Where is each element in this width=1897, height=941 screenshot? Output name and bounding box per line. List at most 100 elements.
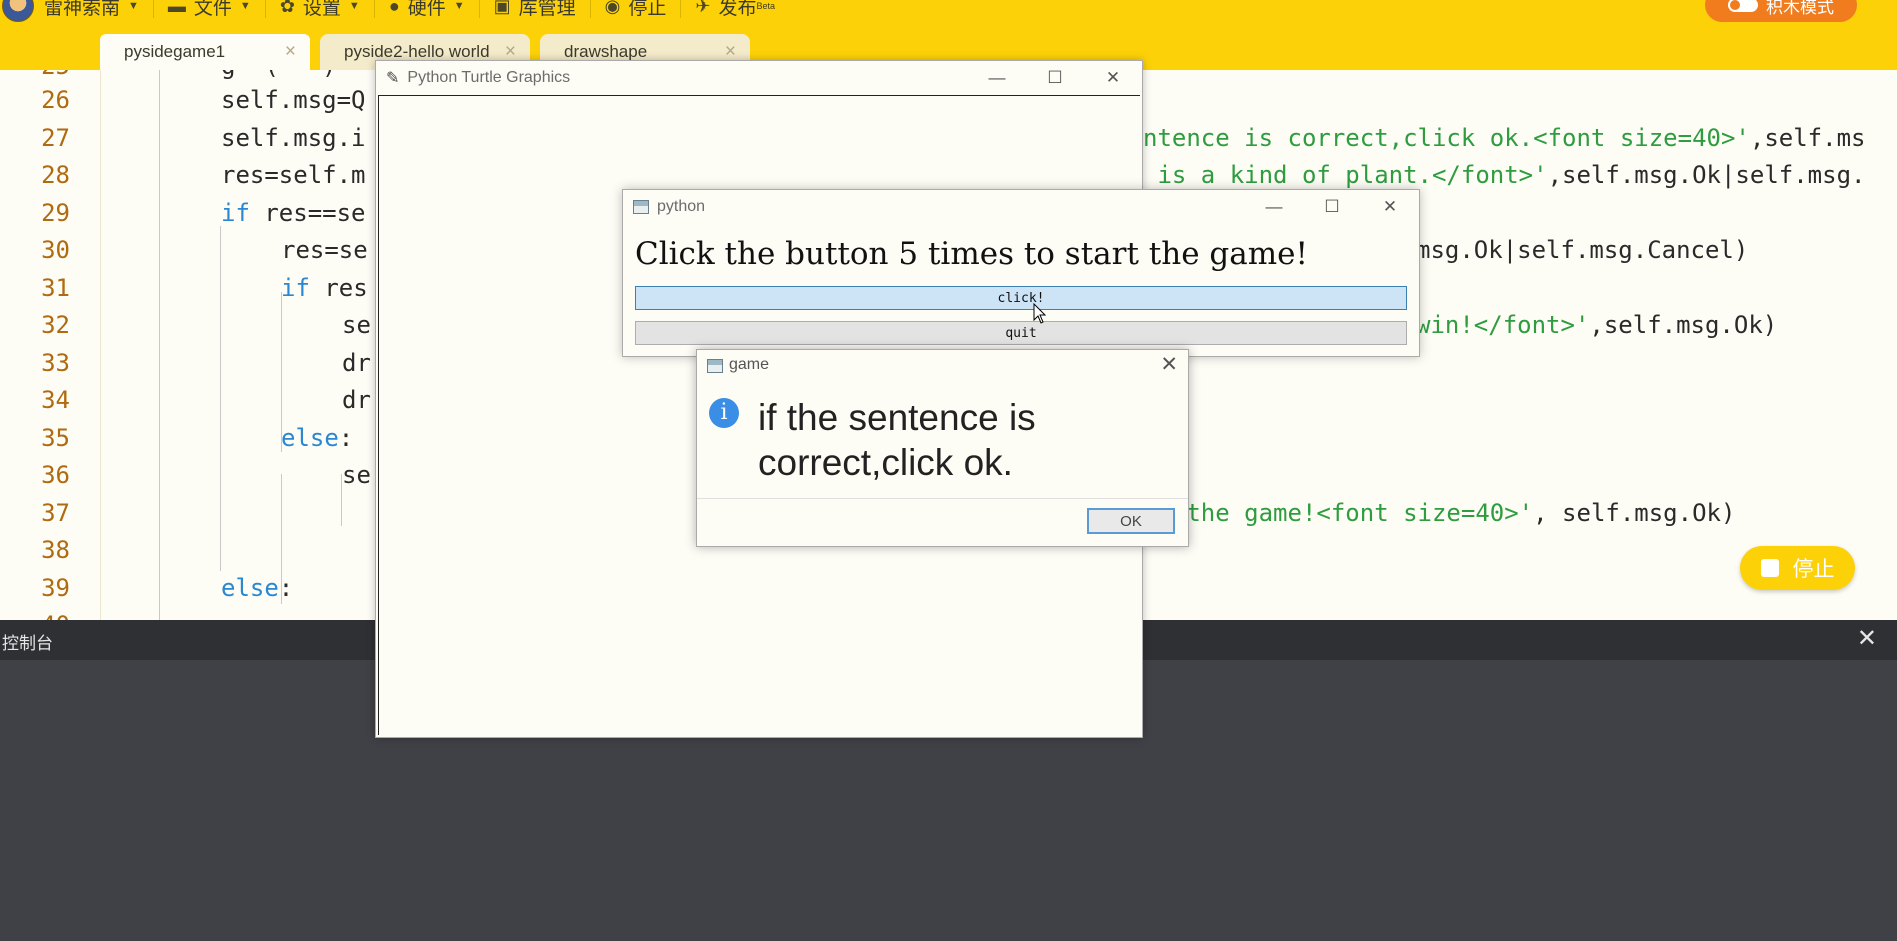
menu-stop[interactable]: ◉ 停止	[605, 0, 667, 21]
line-number: 30	[41, 236, 70, 264]
close-icon[interactable]: ✕	[1084, 61, 1142, 95]
keyword: else	[281, 424, 339, 452]
mouse-cursor-icon	[1033, 303, 1047, 324]
string-literal: is a kind of plant.</font>'	[1143, 161, 1548, 189]
menu-stop-label: 停止	[628, 0, 667, 19]
menu-publish[interactable]: ✈ 发布 Beta	[695, 0, 775, 21]
block-mode-label: 积木模式	[1766, 0, 1834, 17]
close-icon[interactable]: ✕	[1361, 190, 1419, 224]
gear-icon: ✿	[279, 0, 295, 16]
menu-hardware[interactable]: ● 硬件 ▼	[389, 0, 465, 21]
beta-badge: Beta	[756, 1, 775, 11]
tab-label: pyside2-hello world	[344, 42, 490, 61]
stop-label: 停止	[1792, 558, 1835, 581]
tab-pysidegame1[interactable]: pysidegame1 ×	[100, 34, 310, 70]
window-controls: — ☐ ✕	[968, 61, 1142, 95]
menu-library[interactable]: ▣ 库管理	[494, 0, 576, 21]
window-titlebar[interactable]: python — ☐ ✕	[623, 190, 1419, 224]
code-text: ,self.msg.Ok)	[1589, 311, 1778, 339]
minimize-icon[interactable]: —	[968, 61, 1026, 95]
click-button[interactable]: click!	[635, 286, 1407, 310]
code-text: :	[278, 574, 294, 602]
line-number: 40	[41, 611, 70, 620]
info-icon: i	[709, 398, 739, 428]
line-number: 35	[41, 424, 70, 452]
line-number: 34	[41, 386, 70, 414]
code-line: res=self.m	[221, 161, 366, 189]
python-window: python — ☐ ✕ Click the button 5 times to…	[622, 189, 1420, 357]
app-window-icon	[707, 359, 723, 373]
code-line: is a kind of plant.</font>',self.msg.Ok|…	[1143, 161, 1865, 189]
minimize-icon[interactable]: —	[1245, 190, 1303, 224]
code-line: se	[342, 311, 371, 339]
code-line: else:	[281, 424, 353, 452]
menu-divider	[264, 0, 266, 18]
floating-stop-button[interactable]: 停止	[1740, 546, 1855, 590]
folder-icon: ▬	[167, 0, 186, 16]
code-line: self.msg.i	[221, 124, 366, 152]
string-literal: ntence is correct,click ok.<font size=40…	[1143, 124, 1750, 152]
code-text: ,self.ms	[1749, 124, 1866, 152]
window-title: python	[657, 198, 706, 215]
stop-icon	[1760, 559, 1779, 577]
quit-button[interactable]: quit	[635, 321, 1407, 345]
menu-divider	[589, 0, 591, 18]
game-instructions-label: Click the button 5 times to start the ga…	[635, 236, 1308, 272]
ok-button[interactable]: OK	[1087, 508, 1175, 534]
hardware-icon: ●	[388, 0, 400, 16]
string-literal: se the game!<font size=40>'	[1143, 499, 1534, 527]
code-line: dr	[342, 386, 371, 414]
line-number: 38	[41, 536, 70, 564]
user-menu[interactable]: 雷神索南 ▼	[2, 0, 139, 22]
dialog-title: game	[729, 356, 770, 373]
dialog-message: if the sentence is correct,click ok.	[758, 397, 1036, 483]
line-number: 28	[41, 161, 70, 189]
menu-divider	[478, 0, 480, 18]
menu-library-label: 库管理	[518, 0, 576, 19]
code-line: se the game!<font size=40>', self.msg.Ok…	[1143, 499, 1735, 527]
tab-label: drawshape	[564, 42, 648, 61]
code-text: , self.msg.Ok)	[1533, 499, 1736, 527]
line-number: 25	[41, 70, 70, 80]
menu-hardware-label: 硬件	[407, 0, 446, 19]
maximize-icon[interactable]: ☐	[1026, 61, 1084, 95]
menu-settings[interactable]: ✿ 设置 ▼	[280, 0, 360, 21]
string-literal: win!</font>'	[1416, 311, 1590, 339]
code-line: self.msg=Q	[221, 86, 366, 114]
window-titlebar[interactable]: ✎ Python Turtle Graphics — ☐ ✕	[376, 61, 1142, 95]
library-icon: ▣	[493, 0, 511, 16]
close-icon[interactable]: ✕	[1160, 352, 1178, 376]
chevron-down-icon: ▼	[128, 0, 139, 12]
toggle-icon	[1728, 0, 1758, 12]
menu-file[interactable]: ▬ 文件 ▼	[168, 0, 251, 21]
code-line: else:	[221, 574, 293, 602]
code-line: if res==se	[221, 199, 366, 227]
maximize-icon[interactable]: ☐	[1303, 190, 1361, 224]
line-number: 29	[41, 199, 70, 227]
console-title: 控制台	[2, 634, 53, 653]
close-icon[interactable]: ×	[285, 41, 296, 63]
keyword: else	[221, 574, 279, 602]
line-number: 32	[41, 311, 70, 339]
menu-divider	[373, 0, 375, 18]
app-window-icon	[633, 200, 649, 214]
window-controls: — ☐ ✕	[1245, 190, 1419, 224]
menu-publish-label: 发布	[718, 0, 757, 19]
menu-divider	[680, 0, 682, 18]
chevron-down-icon: ▼	[453, 0, 465, 12]
code-line: res=se	[281, 236, 368, 264]
indent-guide	[159, 70, 160, 620]
block-mode-toggle[interactable]: 积木模式	[1705, 0, 1857, 22]
line-number: 37	[41, 499, 70, 527]
code-text: ,self.msg.Ok|self.msg.	[1547, 161, 1866, 189]
user-name: 雷神索南	[44, 0, 121, 19]
line-number: 36	[41, 461, 70, 489]
line-number: 33	[41, 349, 70, 377]
menu-settings-label: 设置	[302, 0, 341, 19]
game-message-box: game ✕ i if the sentence is correct,clic…	[696, 349, 1189, 547]
code-line: g ( )	[221, 70, 337, 80]
close-icon[interactable]: ✕	[1857, 624, 1877, 652]
code-text: res	[309, 274, 368, 302]
chevron-down-icon: ▼	[239, 0, 251, 12]
indent-guide	[220, 226, 221, 571]
